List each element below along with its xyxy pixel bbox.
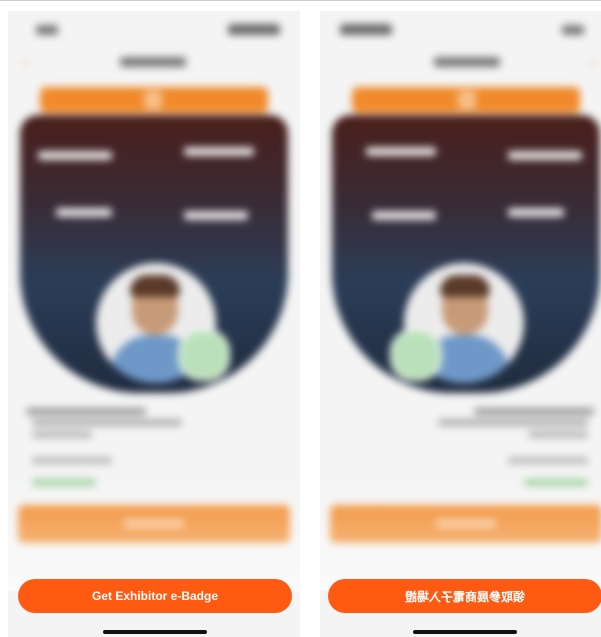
badge-logo-icon	[144, 91, 162, 109]
phone-screen-left: ‹ Get Exhibitor e-Badge	[8, 11, 300, 637]
chevron-left-icon[interactable]: ‹	[584, 54, 596, 70]
badge-text-line	[184, 211, 248, 220]
info-line	[32, 419, 182, 426]
badge-text-line	[366, 147, 436, 156]
badge-text-line	[38, 151, 112, 160]
info-line	[32, 457, 112, 464]
status-icons	[228, 24, 280, 35]
info-line	[508, 457, 588, 464]
top-divider	[0, 0, 601, 1]
badge-logo-icon	[458, 91, 476, 109]
get-exhibitor-ebadge-button[interactable]: Get Exhibitor e-Badge	[18, 579, 292, 613]
fade-overlay	[8, 471, 300, 591]
badge-text-line	[184, 147, 254, 156]
status-icons	[340, 24, 392, 35]
photo-hair	[440, 275, 490, 297]
badge-text-line	[508, 208, 564, 217]
check-icon	[390, 329, 442, 381]
nav-title	[120, 57, 186, 67]
fade-overlay	[320, 471, 601, 591]
status-time	[562, 25, 584, 35]
info-line	[474, 408, 594, 415]
info-line	[528, 431, 588, 438]
check-icon	[178, 329, 230, 381]
chevron-left-icon[interactable]: ‹	[24, 55, 36, 69]
badge-text-line	[372, 211, 436, 220]
photo-hair	[130, 275, 180, 297]
info-line	[438, 419, 588, 426]
status-time	[36, 25, 58, 35]
badge-text-line	[56, 208, 112, 217]
home-indicator	[103, 630, 207, 634]
get-exhibitor-ebadge-button-zh[interactable]: 領取參展商電子入場證	[328, 579, 601, 613]
status-bar	[320, 11, 601, 47]
status-bar	[8, 11, 300, 47]
home-indicator	[413, 630, 517, 634]
info-line	[26, 408, 146, 415]
nav-title	[434, 57, 500, 67]
badge-text-line	[508, 151, 582, 160]
info-line	[32, 431, 92, 438]
phone-screen-right: ‹ 領取參展商電子入場證	[320, 11, 601, 637]
